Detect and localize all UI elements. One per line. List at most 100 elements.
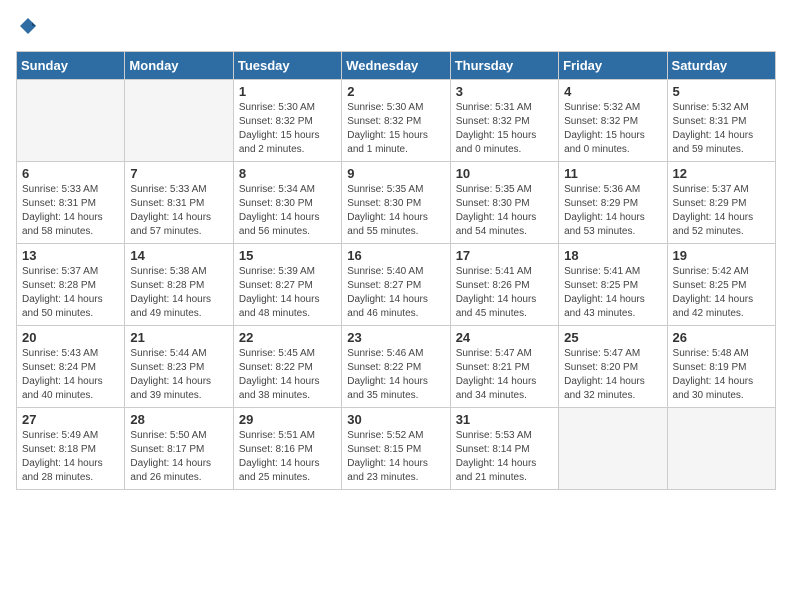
day-number: 12 xyxy=(673,166,770,181)
day-info: Sunrise: 5:41 AMSunset: 8:26 PMDaylight:… xyxy=(456,265,553,321)
day-number: 31 xyxy=(456,412,553,427)
calendar-cell: 31 Sunrise: 5:53 AMSunset: 8:14 PMDayligh… xyxy=(450,408,558,490)
calendar-day-header: Saturday xyxy=(667,52,775,80)
page-header xyxy=(16,16,776,41)
day-info: Sunrise: 5:46 AMSunset: 8:22 PMDaylight:… xyxy=(347,347,444,403)
day-info: Sunrise: 5:47 AMSunset: 8:21 PMDaylight:… xyxy=(456,347,553,403)
day-info: Sunrise: 5:42 AMSunset: 8:25 PMDaylight:… xyxy=(673,265,770,321)
calendar-cell: 26 Sunrise: 5:48 AMSunset: 8:19 PMDayligh… xyxy=(667,326,775,408)
day-number: 1 xyxy=(239,84,336,99)
calendar-cell: 5 Sunrise: 5:32 AMSunset: 8:31 PMDaylight… xyxy=(667,80,775,162)
calendar-cell: 10 Sunrise: 5:35 AMSunset: 8:30 PMDayligh… xyxy=(450,162,558,244)
calendar-cell: 28 Sunrise: 5:50 AMSunset: 8:17 PMDayligh… xyxy=(125,408,233,490)
calendar-cell: 7 Sunrise: 5:33 AMSunset: 8:31 PMDaylight… xyxy=(125,162,233,244)
day-info: Sunrise: 5:35 AMSunset: 8:30 PMDaylight:… xyxy=(347,183,444,239)
calendar-day-header: Friday xyxy=(559,52,667,80)
calendar-cell: 19 Sunrise: 5:42 AMSunset: 8:25 PMDayligh… xyxy=(667,244,775,326)
day-info: Sunrise: 5:38 AMSunset: 8:28 PMDaylight:… xyxy=(130,265,227,321)
calendar-day-header: Wednesday xyxy=(342,52,450,80)
day-number: 16 xyxy=(347,248,444,263)
day-info: Sunrise: 5:30 AMSunset: 8:32 PMDaylight:… xyxy=(347,101,444,157)
day-info: Sunrise: 5:37 AMSunset: 8:29 PMDaylight:… xyxy=(673,183,770,239)
day-number: 21 xyxy=(130,330,227,345)
day-number: 18 xyxy=(564,248,661,263)
logo-icon xyxy=(18,16,38,36)
calendar-day-header: Monday xyxy=(125,52,233,80)
calendar-cell: 22Sunrise: 5:45 AMSunset: 8:22 PMDayligh… xyxy=(233,326,341,408)
calendar-cell: 6Sunrise: 5:33 AMSunset: 8:31 PMDaylight… xyxy=(17,162,125,244)
calendar-week-row: 6Sunrise: 5:33 AMSunset: 8:31 PMDaylight… xyxy=(17,162,776,244)
calendar-cell xyxy=(559,408,667,490)
day-info: Sunrise: 5:47 AMSunset: 8:20 PMDaylight:… xyxy=(564,347,661,403)
calendar-cell: 12 Sunrise: 5:37 AMSunset: 8:29 PMDayligh… xyxy=(667,162,775,244)
day-number: 20 xyxy=(22,330,119,345)
day-number: 25 xyxy=(564,330,661,345)
calendar-day-header: Tuesday xyxy=(233,52,341,80)
day-info: Sunrise: 5:32 AMSunset: 8:32 PMDaylight:… xyxy=(564,101,661,157)
calendar-cell: 20 Sunrise: 5:43 AMSunset: 8:24 PMDayligh… xyxy=(17,326,125,408)
day-info: Sunrise: 5:33 AMSunset: 8:31 PMDaylight:… xyxy=(130,183,227,239)
calendar-body: 1 Sunrise: 5:30 AMSunset: 8:32 PMDaylight… xyxy=(17,80,776,490)
calendar-day-header: Sunday xyxy=(17,52,125,80)
day-info: Sunrise: 5:39 AMSunset: 8:27 PMDaylight:… xyxy=(239,265,336,321)
day-info: Sunrise: 5:50 AMSunset: 8:17 PMDaylight:… xyxy=(130,429,227,485)
calendar-day-header: Thursday xyxy=(450,52,558,80)
calendar-week-row: 13 Sunrise: 5:37 AMSunset: 8:28 PMDayligh… xyxy=(17,244,776,326)
day-number: 8 xyxy=(239,166,336,181)
calendar-header-row: SundayMondayTuesdayWednesdayThursdayFrid… xyxy=(17,52,776,80)
day-info: Sunrise: 5:41 AMSunset: 8:25 PMDaylight:… xyxy=(564,265,661,321)
day-info: Sunrise: 5:45 AMSunset: 8:22 PMDaylight:… xyxy=(239,347,336,403)
day-number: 3 xyxy=(456,84,553,99)
calendar-table: SundayMondayTuesdayWednesdayThursdayFrid… xyxy=(16,51,776,490)
calendar-week-row: 27 Sunrise: 5:49 AMSunset: 8:18 PMDayligh… xyxy=(17,408,776,490)
calendar-cell: 13 Sunrise: 5:37 AMSunset: 8:28 PMDayligh… xyxy=(17,244,125,326)
day-info: Sunrise: 5:33 AMSunset: 8:31 PMDaylight:… xyxy=(22,183,119,239)
day-info: Sunrise: 5:30 AMSunset: 8:32 PMDaylight:… xyxy=(239,101,336,157)
day-info: Sunrise: 5:44 AMSunset: 8:23 PMDaylight:… xyxy=(130,347,227,403)
day-number: 28 xyxy=(130,412,227,427)
day-info: Sunrise: 5:36 AMSunset: 8:29 PMDaylight:… xyxy=(564,183,661,239)
day-number: 14 xyxy=(130,248,227,263)
calendar-week-row: 1 Sunrise: 5:30 AMSunset: 8:32 PMDaylight… xyxy=(17,80,776,162)
day-number: 23 xyxy=(347,330,444,345)
calendar-cell xyxy=(667,408,775,490)
calendar-cell: 3Sunrise: 5:31 AMSunset: 8:32 PMDaylight… xyxy=(450,80,558,162)
calendar-cell xyxy=(125,80,233,162)
day-info: Sunrise: 5:49 AMSunset: 8:18 PMDaylight:… xyxy=(22,429,119,485)
day-info: Sunrise: 5:37 AMSunset: 8:28 PMDaylight:… xyxy=(22,265,119,321)
calendar-cell: 11Sunrise: 5:36 AMSunset: 8:29 PMDayligh… xyxy=(559,162,667,244)
day-number: 5 xyxy=(673,84,770,99)
calendar-cell: 25 Sunrise: 5:47 AMSunset: 8:20 PMDayligh… xyxy=(559,326,667,408)
day-number: 27 xyxy=(22,412,119,427)
day-number: 7 xyxy=(130,166,227,181)
day-info: Sunrise: 5:53 AMSunset: 8:14 PMDaylight:… xyxy=(456,429,553,485)
calendar-cell: 14 Sunrise: 5:38 AMSunset: 8:28 PMDayligh… xyxy=(125,244,233,326)
day-number: 9 xyxy=(347,166,444,181)
day-info: Sunrise: 5:43 AMSunset: 8:24 PMDaylight:… xyxy=(22,347,119,403)
day-number: 13 xyxy=(22,248,119,263)
day-number: 4 xyxy=(564,84,661,99)
calendar-cell: 18 Sunrise: 5:41 AMSunset: 8:25 PMDayligh… xyxy=(559,244,667,326)
day-number: 24 xyxy=(456,330,553,345)
day-info: Sunrise: 5:32 AMSunset: 8:31 PMDaylight:… xyxy=(673,101,770,157)
calendar-cell: 24 Sunrise: 5:47 AMSunset: 8:21 PMDayligh… xyxy=(450,326,558,408)
calendar-cell: 15Sunrise: 5:39 AMSunset: 8:27 PMDayligh… xyxy=(233,244,341,326)
logo xyxy=(16,16,38,41)
day-number: 26 xyxy=(673,330,770,345)
day-info: Sunrise: 5:35 AMSunset: 8:30 PMDaylight:… xyxy=(456,183,553,239)
day-info: Sunrise: 5:40 AMSunset: 8:27 PMDaylight:… xyxy=(347,265,444,321)
day-info: Sunrise: 5:48 AMSunset: 8:19 PMDaylight:… xyxy=(673,347,770,403)
day-number: 10 xyxy=(456,166,553,181)
day-number: 2 xyxy=(347,84,444,99)
calendar-cell: 8 Sunrise: 5:34 AMSunset: 8:30 PMDaylight… xyxy=(233,162,341,244)
calendar-week-row: 20 Sunrise: 5:43 AMSunset: 8:24 PMDayligh… xyxy=(17,326,776,408)
day-info: Sunrise: 5:34 AMSunset: 8:30 PMDaylight:… xyxy=(239,183,336,239)
calendar-cell: 9 Sunrise: 5:35 AMSunset: 8:30 PMDaylight… xyxy=(342,162,450,244)
day-number: 19 xyxy=(673,248,770,263)
calendar-cell: 4 Sunrise: 5:32 AMSunset: 8:32 PMDaylight… xyxy=(559,80,667,162)
calendar-cell: 16 Sunrise: 5:40 AMSunset: 8:27 PMDayligh… xyxy=(342,244,450,326)
calendar-cell: 23 Sunrise: 5:46 AMSunset: 8:22 PMDayligh… xyxy=(342,326,450,408)
day-number: 30 xyxy=(347,412,444,427)
calendar-cell: 1 Sunrise: 5:30 AMSunset: 8:32 PMDaylight… xyxy=(233,80,341,162)
day-number: 29 xyxy=(239,412,336,427)
